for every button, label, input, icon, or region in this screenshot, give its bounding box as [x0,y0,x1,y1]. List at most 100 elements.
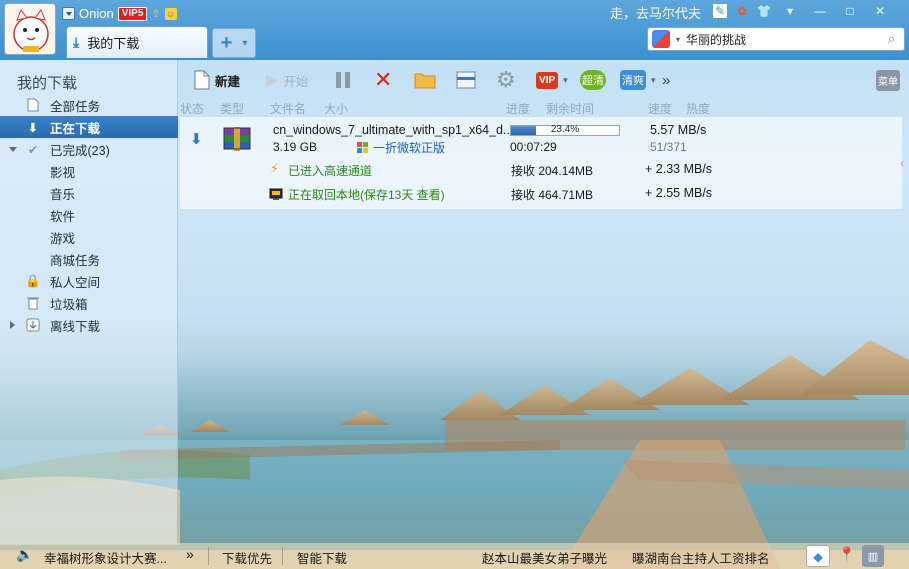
folder-icon [414,73,436,89]
offline-channel-label[interactable]: 正在取回本地(保存13天 查看) [288,186,445,203]
qingshuang-button[interactable]: 清爽 ▾ [620,68,656,92]
open-folder-button[interactable] [414,68,436,92]
promo-label: 一折微软正版 [373,141,446,155]
toolbar-more-button[interactable]: » [662,68,670,92]
download-task-row[interactable]: ⬇ cn_windows_7_ultimate_with_sp1_x64_d..… [180,117,902,209]
maximize-button[interactable]: □ [838,2,862,20]
download-tab-icon: ⤓ [73,34,80,50]
delete-x-icon: ✕ [374,67,393,92]
column-header-heat[interactable]: 热度 [686,100,710,117]
remaining-time: 00:07:29 [510,140,557,154]
add-tab-button[interactable]: + ▾ [212,28,256,58]
right-collapse-arrow-icon[interactable]: ‹ [900,156,904,170]
skin-icon[interactable]: 👕 [756,3,772,19]
start-button[interactable]: ▶ 开始 [266,68,308,92]
sidebar-item-completed[interactable]: ✔ 已完成(23) [0,138,178,160]
close-button[interactable]: ✕ [868,2,892,20]
vip-badge[interactable]: VIP5 [117,6,148,21]
sidebar-item-label: 正在下载 [50,121,101,136]
sidebar-item-label: 已完成(23) [50,143,110,158]
vip-dropdown-icon[interactable]: ▾ [563,75,568,86]
location-pin-icon[interactable]: 📍 [838,546,855,563]
column-header-type[interactable]: 类型 [220,100,244,117]
delete-button[interactable]: ✕ [374,67,393,92]
menu-dropdown-icon[interactable]: ▾ [778,2,802,20]
divider [208,547,209,565]
column-header-status[interactable]: 状态 [180,100,204,117]
search-engine-dropdown-icon[interactable]: ▾ [676,35,680,44]
sidebar-item-music[interactable]: 音乐 [0,182,178,204]
document-icon [25,97,41,113]
avatar[interactable] [4,3,56,55]
qingshuang-dropdown-icon[interactable]: ▾ [651,75,656,86]
expand-arrow-icon[interactable] [9,147,17,156]
user-name[interactable]: Onion [79,6,114,21]
pause-button[interactable] [334,68,352,92]
sidebar-item-label: 软件 [50,209,76,224]
status-bar: 🔈 幸福树形象设计大赛... » 下载优先 智能下载 赵本山最美女弟子曝光 曝湖… [0,543,909,569]
pause-icon [336,72,350,88]
properties-icon [456,71,476,89]
start-label: 开始 [283,74,309,89]
sidebar-item-label: 影视 [50,165,76,180]
chaoqing-label: 超清 [580,70,606,90]
vip-button[interactable]: VIP ▾ [536,68,568,92]
smile-icon[interactable]: ☺ [164,7,177,20]
menu-button[interactable]: 菜单 [876,68,900,92]
search-engine-icon[interactable] [652,30,670,48]
expand-arrow-icon[interactable] [10,321,19,329]
column-header-size[interactable]: 大小 [324,100,348,117]
chaoqing-button[interactable]: 超清 [580,68,606,92]
user-menu-dropdown[interactable] [62,7,75,20]
download-priority-toggle[interactable]: 下载优先 [222,548,272,567]
menu-label: 菜单 [876,69,900,91]
qingshuang-label: 清爽 [620,70,646,90]
tab-list-dropdown-icon[interactable]: ▾ [242,38,247,49]
high-speed-speed: + 2.33 MB/s [645,162,713,176]
promo-link[interactable]: 一折微软正版 [356,139,445,156]
lucky-cat-icon [5,4,55,54]
task-size: 3.19 GB [273,140,318,154]
sidebar-item-label: 离线下载 [50,319,101,334]
new-task-button[interactable]: 新建 [194,68,240,92]
notes-icon[interactable]: ✎ [712,3,728,19]
sidebar-item-label: 游戏 [50,231,76,246]
sidebar-item-downloading[interactable]: ⬇ 正在下载 [0,116,178,138]
sidebar-item-trash[interactable]: 垃圾箱 [0,292,178,314]
column-header-filename[interactable]: 文件名 [270,100,306,117]
column-header-progress[interactable]: 进度 [506,100,530,117]
sidebar-item-software[interactable]: 软件 [0,204,178,226]
game-icon[interactable]: ✿ [734,3,750,19]
task-filename[interactable]: cn_windows_7_ultimate_with_sp1_x64_d... [273,123,513,137]
sidebar-item-offline[interactable]: 离线下载 [0,314,178,336]
news-ticker-3[interactable]: 曝湖南台主持人工资排名 [632,548,770,567]
floating-window-icon[interactable]: ◆ [806,545,830,567]
search-input[interactable] [686,32,883,46]
sidebar-item-games[interactable]: 游戏 [0,226,178,248]
sidebar-item-store-tasks[interactable]: 商城任务 [0,248,178,270]
ticker-more-button[interactable]: » [186,546,194,562]
progress-bar: 23.4% [510,124,620,136]
peer-count: 51/371 [650,140,687,154]
offline-server-icon [269,188,283,200]
sidebar-item-video[interactable]: 影视 [0,160,178,182]
sidebar-item-all[interactable]: 全部任务 [0,94,178,116]
slogan-text[interactable]: 走，去马尔代夫 [610,3,701,22]
column-header-speed[interactable]: 速度 [648,100,672,117]
smart-download-toggle[interactable]: 智能下载 [297,548,347,567]
user-info: Onion VIP5 ⇧ ☺ [62,6,177,21]
news-ticker-1[interactable]: 幸福树形象设计大赛... [44,548,167,567]
news-ticker-2[interactable]: 赵本山最美女弟子曝光 [482,548,607,567]
sidebar-item-private-space[interactable]: 🔒 私人空间 [0,270,178,292]
add-tab-icon: + [220,31,233,54]
high-speed-channel-label[interactable]: 已进入高速通道 [288,162,372,179]
search-icon[interactable]: ⌕ [888,31,895,47]
tab-my-downloads[interactable]: ⤓ 我的下载 [66,26,208,58]
settings-button[interactable]: ⚙ [496,67,516,92]
minimize-button[interactable]: — [808,2,832,20]
column-header-remaining[interactable]: 剩余时间 [546,100,594,117]
task-properties-button[interactable] [456,68,476,92]
stats-chart-icon[interactable]: ▥ [862,545,884,567]
offline-received: 接收 464.71MB [511,188,594,202]
sidebar-title: 我的下载 [17,75,78,92]
